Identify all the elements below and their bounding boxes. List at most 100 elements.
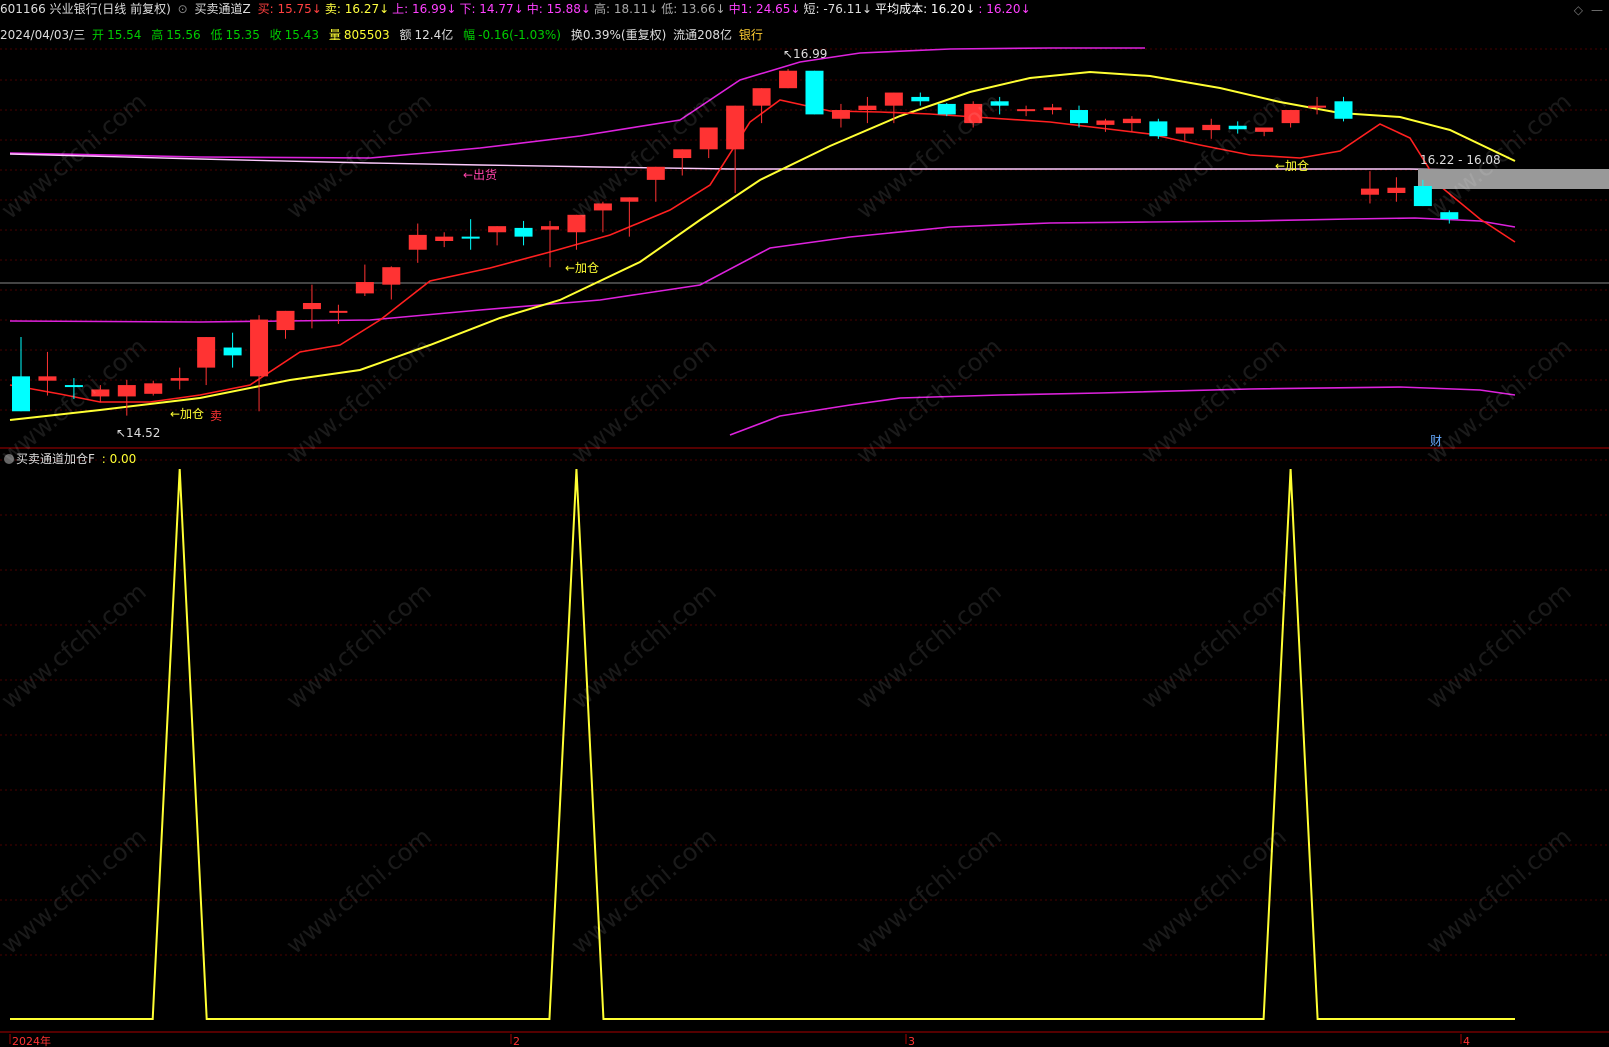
candle-body — [38, 376, 57, 381]
candle-body — [593, 203, 612, 211]
candle-body — [964, 103, 983, 124]
candle-body — [1281, 110, 1300, 124]
candle-body — [911, 96, 930, 102]
candle-body — [514, 227, 533, 237]
candle-body — [937, 103, 956, 115]
candle-body — [1122, 118, 1141, 124]
candle-body — [699, 127, 718, 150]
candle — [461, 219, 480, 250]
lower-indicator-value: : 0.00 — [101, 452, 137, 466]
x-axis-label: 4 — [1463, 1035, 1470, 1047]
candle — [779, 68, 798, 89]
candle — [38, 351, 57, 396]
candle-body — [197, 337, 216, 368]
candle — [276, 310, 295, 339]
x-axis-label: 2 — [513, 1035, 520, 1047]
candle — [1308, 96, 1327, 115]
upper-channel-line — [9, 47, 1145, 159]
candle — [1043, 103, 1062, 115]
x-axis-label: 2024年 — [12, 1034, 51, 1047]
lower-panel: 2024年 2 3 4 — [9, 468, 1515, 1047]
high-price-marker: ↖16.99 — [783, 47, 827, 61]
candle-body — [64, 385, 83, 388]
candle — [302, 284, 321, 329]
candle — [1334, 96, 1353, 122]
sell-signal-label: 卖 — [210, 409, 222, 423]
candle-body — [12, 376, 30, 412]
candle-body — [355, 282, 374, 294]
candle-body — [1308, 105, 1327, 108]
candle-body — [1043, 107, 1062, 111]
candle-body — [170, 378, 189, 381]
candle-body — [541, 226, 559, 230]
candle — [646, 166, 665, 202]
add-position-label-1: ←加仓 — [170, 407, 204, 421]
candle-body — [488, 226, 507, 233]
lower-toggle-icon[interactable] — [4, 454, 14, 464]
candle — [12, 337, 30, 412]
candle-body — [1070, 110, 1088, 124]
candle — [1281, 110, 1300, 128]
candle — [884, 92, 903, 124]
candle — [567, 214, 586, 250]
candle-body — [990, 101, 1009, 106]
candle — [620, 197, 639, 237]
candle — [699, 127, 718, 159]
candle — [223, 332, 242, 368]
candle — [1202, 118, 1221, 139]
candle-body — [435, 236, 454, 241]
candle-body — [567, 214, 586, 233]
red-ma-line — [9, 99, 1516, 403]
candle — [488, 226, 507, 246]
grid-lines — [0, 48, 1609, 1033]
candle — [1175, 127, 1194, 141]
candle — [593, 201, 612, 233]
candle-body — [1413, 185, 1432, 207]
low-price-marker: ↖14.52 — [116, 426, 160, 440]
candlesticks — [12, 68, 1459, 416]
candle-body — [726, 105, 745, 150]
candle — [911, 92, 930, 106]
candle — [673, 149, 692, 176]
candle — [1440, 210, 1459, 224]
candle — [144, 380, 163, 396]
candle-body — [1149, 121, 1168, 137]
lower-header: 买卖通道加仓F : 0.00 — [16, 450, 139, 468]
candle-body — [673, 149, 692, 159]
candle — [831, 103, 850, 128]
candle — [805, 70, 824, 115]
candle-body — [1175, 127, 1194, 134]
candle-body — [646, 166, 665, 180]
candle-body — [1017, 109, 1036, 112]
candle-body — [1255, 127, 1274, 132]
candle-body — [779, 70, 798, 89]
finance-marker: 财 — [1430, 434, 1442, 448]
candle — [91, 385, 110, 403]
out-signal-label: ←出货 — [463, 167, 497, 182]
range-highlight-box — [1418, 169, 1609, 189]
candle-body — [1387, 187, 1406, 193]
lower-indicator-name[interactable]: 买卖通道加仓F — [16, 452, 95, 466]
candle — [1149, 118, 1168, 139]
candle-body — [752, 88, 771, 106]
candle — [435, 232, 454, 248]
candle-body — [1334, 101, 1353, 119]
candle-body — [1096, 120, 1115, 125]
candle — [408, 223, 427, 263]
candle — [197, 337, 216, 386]
main-chart[interactable]: ↖16.99↖14.52←出货←加仓 卖←加仓←加仓 16.22 - 16.08财 … — [0, 0, 1609, 1047]
lower-indicator-line — [10, 468, 1515, 1020]
candle-body — [408, 234, 427, 250]
candle — [964, 101, 983, 128]
candle — [1017, 105, 1036, 117]
candle-body — [144, 383, 163, 394]
candle-body — [858, 105, 877, 111]
candle-body — [302, 302, 321, 310]
candle — [382, 266, 401, 300]
candle — [1122, 116, 1141, 132]
candle-body — [620, 197, 639, 202]
candle — [990, 96, 1009, 115]
candle — [1360, 171, 1379, 204]
candle-body — [91, 389, 110, 397]
candle-body — [223, 347, 242, 356]
